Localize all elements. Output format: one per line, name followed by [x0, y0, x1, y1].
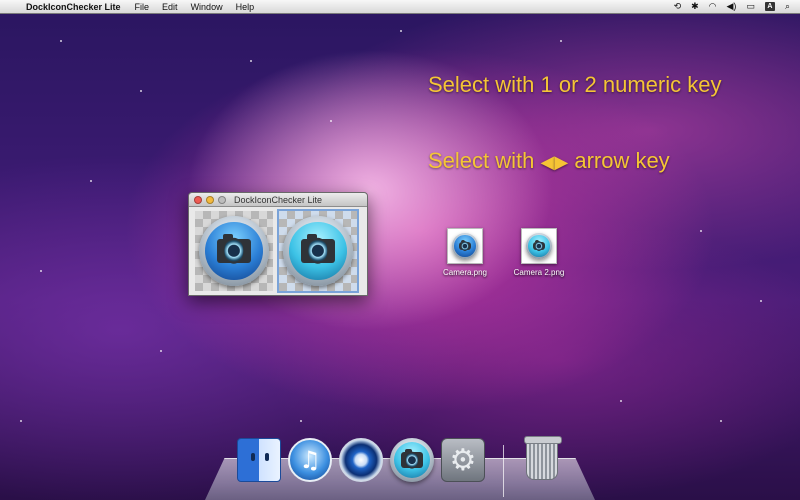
spotlight-icon[interactable]: ⌕ [785, 1, 790, 12]
quicktime-icon [339, 438, 383, 482]
file-label: Camera.png [442, 268, 488, 277]
icon-preview-area [189, 207, 367, 295]
file-label: Camera 2.png [513, 268, 565, 277]
camera-icon [199, 216, 269, 286]
caption-numeric-key: Select with 1 or 2 numeric key [428, 72, 722, 97]
icon-pane-2[interactable] [277, 209, 359, 293]
volume-icon[interactable]: ◀) [727, 1, 737, 12]
window-titlebar[interactable]: DockIconChecker Lite [189, 193, 367, 207]
window-controls [194, 196, 226, 204]
window-title: DockIconChecker Lite [233, 195, 323, 205]
dock-item-trash[interactable] [520, 436, 564, 482]
input-menu-icon[interactable]: A [764, 2, 775, 11]
trash-icon [524, 436, 562, 480]
dock-separator [503, 445, 504, 497]
zoom-button[interactable] [218, 196, 226, 204]
desktop-file-camera-2[interactable]: Camera 2.png [508, 228, 570, 277]
right-arrow-icon: ▶ [554, 152, 569, 172]
itunes-icon: ♫ [288, 438, 332, 482]
menu-bar: DockIconChecker Lite File Edit Window He… [0, 0, 800, 14]
file-thumbnail [447, 228, 483, 264]
camera-icon [283, 216, 353, 286]
time-machine-icon[interactable]: ⟲ [674, 1, 682, 12]
camera-icon [390, 438, 434, 482]
caption-arrow-key: Select with ◀▶ arrow key [428, 148, 670, 174]
bluetooth-icon[interactable]: ✱ [691, 1, 699, 12]
menu-file[interactable]: File [135, 2, 150, 12]
left-arrow-icon: ◀ [540, 152, 555, 172]
finder-icon [237, 438, 281, 482]
dock-item-system-preferences[interactable]: ⚙ [441, 438, 485, 482]
desktop-file-camera[interactable]: Camera.png [434, 228, 496, 277]
camera-icon [452, 233, 478, 259]
caption-arrow-prefix: Select with [428, 148, 535, 173]
camera-icon [526, 233, 552, 259]
system-preferences-icon: ⚙ [441, 438, 485, 482]
menu-window[interactable]: Window [191, 2, 223, 12]
menu-help[interactable]: Help [236, 2, 255, 12]
menu-edit[interactable]: Edit [162, 2, 178, 12]
menu-status-area: ⟲ ✱ ◠ ◀) ▭ A ⌕ [674, 1, 800, 12]
menu-app-name[interactable]: DockIconChecker Lite [26, 2, 121, 12]
dock-item-itunes[interactable]: ♫ [288, 438, 332, 482]
file-thumbnail [521, 228, 557, 264]
dock-item-quicktime[interactable] [339, 438, 383, 482]
close-button[interactable] [194, 196, 202, 204]
wifi-icon[interactable]: ◠ [709, 1, 717, 12]
dock-item-finder[interactable] [237, 438, 281, 482]
dock-item-camera[interactable] [390, 438, 434, 482]
app-window: DockIconChecker Lite [188, 192, 368, 296]
icon-pane-1[interactable] [195, 211, 273, 291]
minimize-button[interactable] [206, 196, 214, 204]
battery-icon[interactable]: ▭ [746, 1, 755, 12]
caption-arrow-suffix: arrow key [574, 148, 670, 173]
